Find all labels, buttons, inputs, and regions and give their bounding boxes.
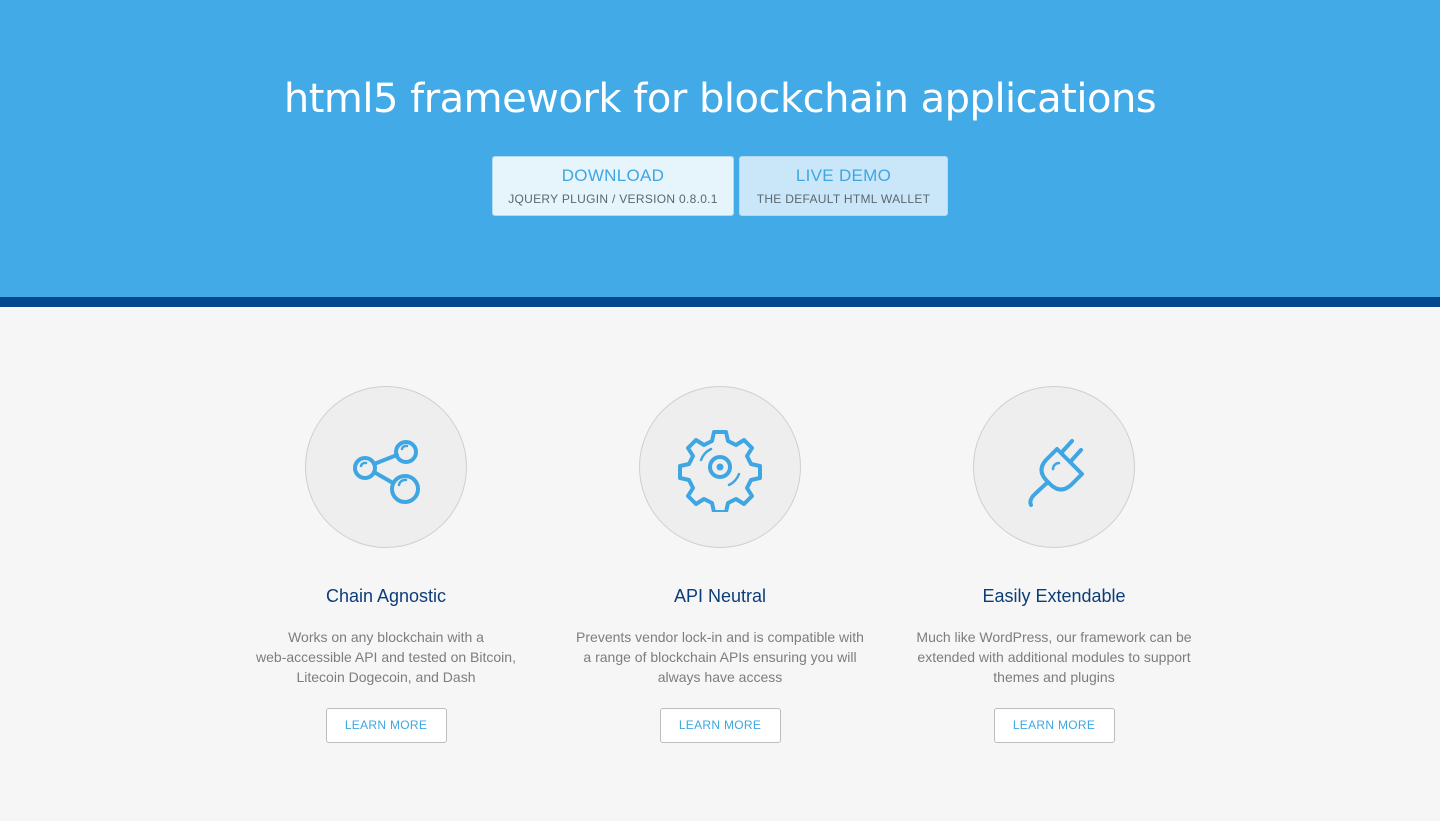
live-demo-button-label: LIVE DEMO <box>795 166 892 185</box>
feature-title: Easily Extendable <box>982 586 1126 606</box>
download-button-label: DOWNLOAD <box>561 166 665 185</box>
feature-title: API Neutral <box>673 586 767 606</box>
feature-description: Works on any blockchain with a web-acces… <box>256 629 516 685</box>
live-demo-button[interactable]: LIVE DEMO THE DEFAULT HTML WALLET <box>739 156 948 216</box>
learn-more-button[interactable]: LEARN MORE <box>659 708 781 743</box>
gear-icon <box>678 430 762 512</box>
feature-icon-circle <box>639 386 801 548</box>
feature-icon-circle <box>973 386 1135 548</box>
feature-description: Much like WordPress, our framework can b… <box>916 629 1192 685</box>
plug-icon <box>1028 439 1084 507</box>
learn-more-button[interactable]: LEARN MORE <box>993 708 1115 743</box>
learn-more-button[interactable]: LEARN MORE <box>325 708 447 743</box>
feature-api-neutral: API Neutral Prevents vendor lock-in and … <box>550 386 890 743</box>
hero-divider-stripe <box>0 297 1440 307</box>
download-button-sublabel: JQUERY PLUGIN / VERSION 0.8.0.1 <box>508 192 718 206</box>
feature-icon-circle <box>305 386 467 548</box>
feature-chain-agnostic: Chain Agnostic Works on any blockchain w… <box>216 386 556 743</box>
hero-title: html5 framework for blockchain applicati… <box>283 76 1157 122</box>
download-button[interactable]: DOWNLOAD JQUERY PLUGIN / VERSION 0.8.0.1 <box>492 156 734 216</box>
feature-title: Chain Agnostic <box>325 586 447 606</box>
hero-section: html5 framework for blockchain applicati… <box>0 0 1440 297</box>
live-demo-button-sublabel: THE DEFAULT HTML WALLET <box>756 192 931 206</box>
feature-easily-extendable: Easily Extendable Much like WordPress, o… <box>884 386 1224 743</box>
share-nodes-icon <box>353 440 420 504</box>
feature-description: Prevents vendor lock-in and is compatibl… <box>576 629 864 685</box>
